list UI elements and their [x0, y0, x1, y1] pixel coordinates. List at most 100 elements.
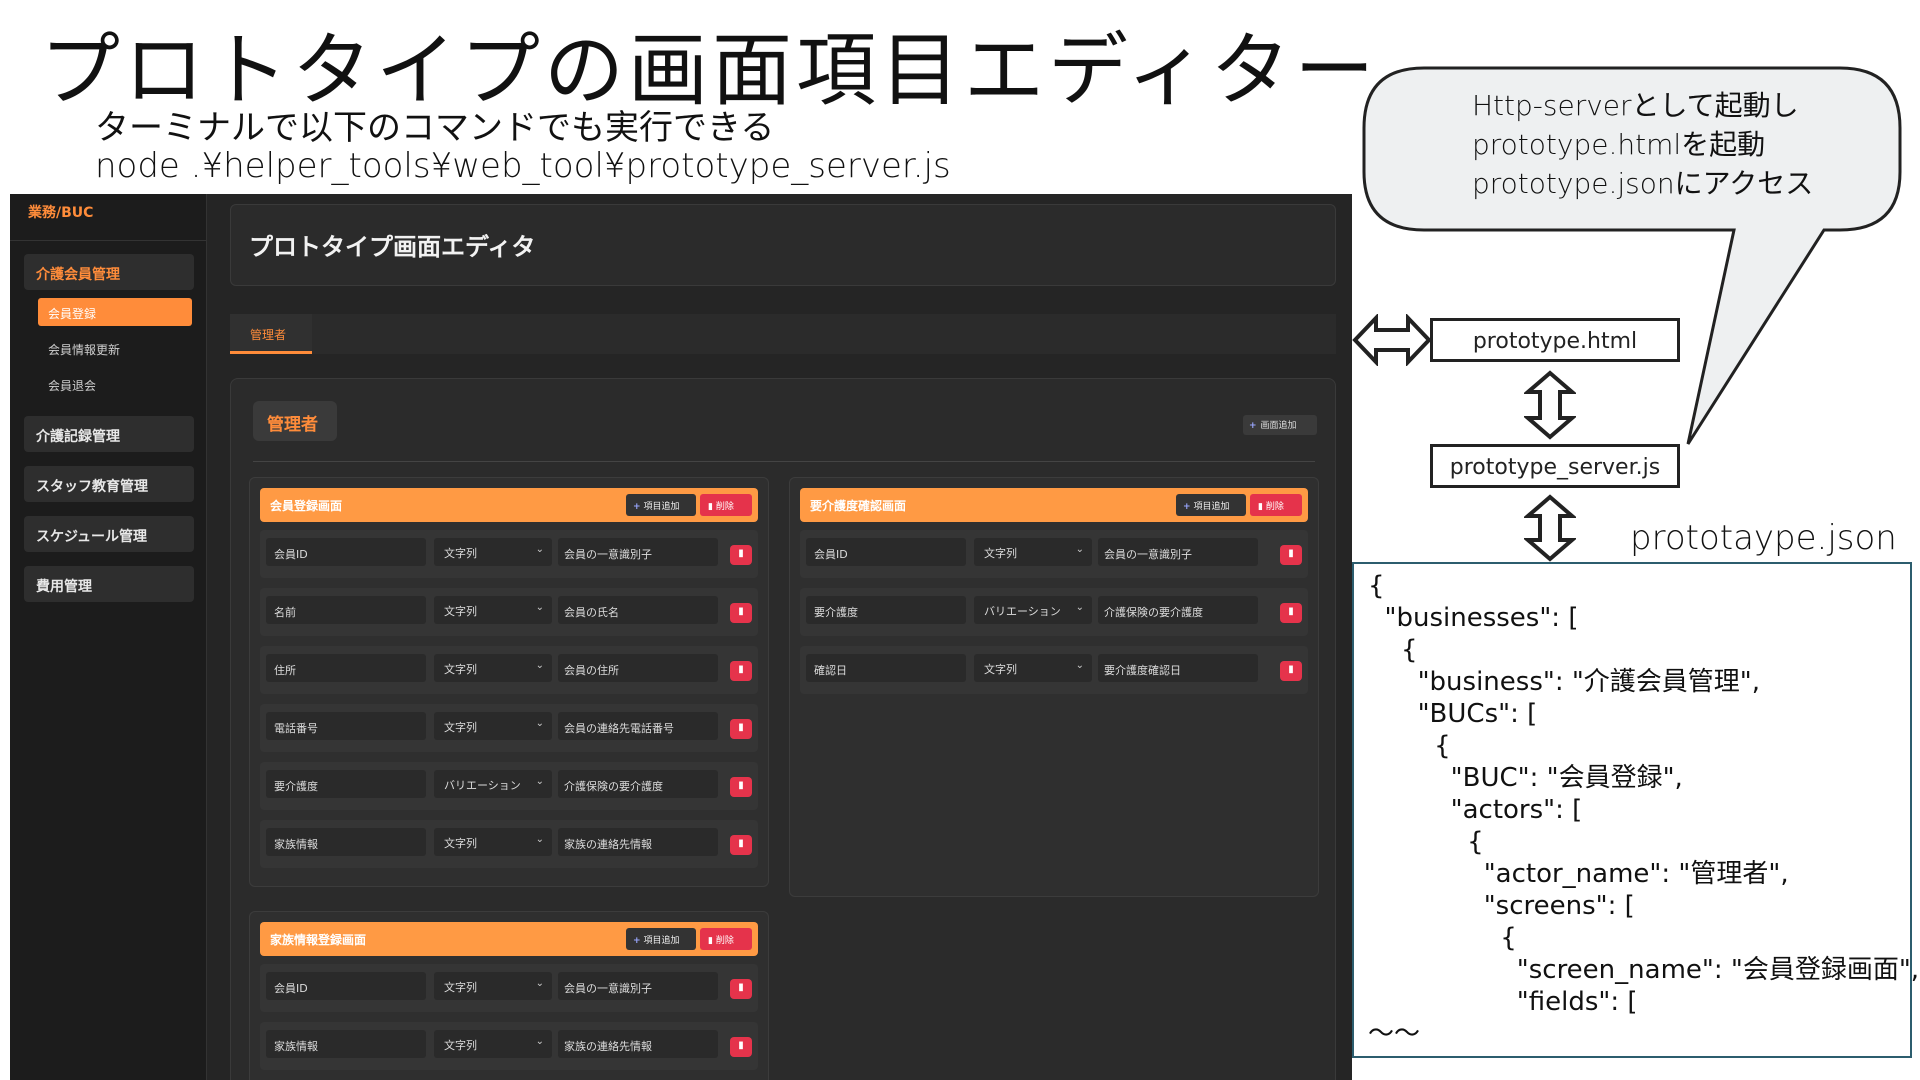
field-type-select[interactable]: バリエーション ⌄: [434, 770, 552, 798]
trash-icon[interactable]: ▮: [730, 545, 752, 565]
plus-icon: +: [1183, 502, 1191, 512]
field-type-value: 文字列: [984, 547, 1017, 560]
trash-icon[interactable]: ▮: [730, 777, 752, 797]
json-preview: { "businesses": [ { "business": "介護会員管理"…: [1352, 562, 1919, 1058]
field-type-select[interactable]: 文字列 ⌄: [434, 654, 552, 682]
field-type-select[interactable]: 文字列 ⌄: [974, 538, 1092, 566]
sidebar-item-member-update[interactable]: 会員情報更新: [38, 334, 192, 362]
chevron-down-icon: ⌄: [1075, 660, 1084, 671]
sidebar-group-cost[interactable]: 費用管理: [24, 566, 194, 602]
sidebar-group-care-member[interactable]: 介護会員管理: [24, 254, 194, 290]
delete-label: 削除: [715, 502, 734, 512]
delete-screen-button[interactable]: ▮ 削除: [700, 494, 752, 516]
trash-icon[interactable]: ▮: [730, 661, 752, 681]
panel-divider: [253, 461, 1315, 462]
actor-title: 管理者: [253, 401, 337, 441]
field-desc-input[interactable]: 会員の住所: [558, 654, 718, 682]
sidebar-group-care-record[interactable]: 介護記録管理: [24, 416, 194, 452]
field-name-input[interactable]: 会員ID: [806, 538, 966, 566]
field-type-value: 文字列: [444, 605, 477, 618]
chevron-down-icon: ⌄: [1075, 544, 1084, 555]
field-name-input[interactable]: 家族情報: [266, 828, 426, 856]
field-desc-input[interactable]: 家族の連絡先情報: [558, 1030, 718, 1058]
field-type-select[interactable]: 文字列 ⌄: [434, 1030, 552, 1058]
field-type-value: 文字列: [444, 547, 477, 560]
bubble-text: Http-serverとして起動し prototype.htmlを起動 prot…: [1472, 86, 1813, 203]
trash-icon[interactable]: ▮: [730, 1037, 752, 1057]
trash-icon[interactable]: ▮: [730, 835, 752, 855]
chevron-down-icon: ⌄: [535, 660, 544, 671]
field-row: 確認日 文字列 ⌄ 要介護度確認日 ▮: [800, 646, 1308, 694]
delete-screen-button[interactable]: ▮ 削除: [1250, 494, 1302, 516]
field-desc-input[interactable]: 介護保険の要介護度: [558, 770, 718, 798]
trash-icon[interactable]: ▮: [1280, 661, 1302, 681]
field-desc-input[interactable]: 会員の一意識別子: [558, 972, 718, 1000]
chevron-down-icon: ⌄: [535, 978, 544, 989]
actor-tabbar: 管理者: [230, 314, 1336, 354]
field-type-select[interactable]: 文字列 ⌄: [434, 828, 552, 856]
screen-card: 要介護度確認画面 + 項目追加 ▮ 削除 会員ID 文字列 ⌄ 会員の一意識別子 ▮…: [789, 477, 1319, 897]
field-desc-input[interactable]: 介護保険の要介護度: [1098, 596, 1258, 624]
trash-icon[interactable]: ▮: [730, 979, 752, 999]
json-line: "actors": [: [1368, 795, 1583, 825]
command-line: node .¥helper_tools¥web_tool¥prototype_s…: [95, 146, 951, 186]
field-type-value: 文字列: [444, 981, 477, 994]
field-name-input[interactable]: 会員ID: [266, 538, 426, 566]
trash-icon[interactable]: ▮: [1280, 603, 1302, 623]
field-name-input[interactable]: 確認日: [806, 654, 966, 682]
json-line: "business": "介護会員管理",: [1368, 667, 1761, 697]
field-name-input[interactable]: 名前: [266, 596, 426, 624]
delete-screen-button[interactable]: ▮ 削除: [700, 928, 752, 950]
field-desc-input[interactable]: 家族の連絡先情報: [558, 828, 718, 856]
field-type-value: バリエーション: [984, 605, 1061, 618]
field-name-input[interactable]: 会員ID: [266, 972, 426, 1000]
field-desc-input[interactable]: 要介護度確認日: [1098, 654, 1258, 682]
field-desc-input[interactable]: 会員の一意識別子: [558, 538, 718, 566]
screen-name: 家族情報登録画面: [270, 933, 367, 947]
json-line: {: [1368, 731, 1451, 761]
field-name-input[interactable]: 住所: [266, 654, 426, 682]
plus-icon: +: [1249, 421, 1257, 431]
sidebar-group-schedule[interactable]: スケジュール管理: [24, 516, 194, 552]
sidebar-group-staff-training[interactable]: スタッフ教育管理: [24, 466, 194, 502]
trash-icon: ▮: [708, 936, 716, 946]
trash-icon[interactable]: ▮: [730, 603, 752, 623]
field-desc-input[interactable]: 会員の氏名: [558, 596, 718, 624]
field-type-select[interactable]: 文字列 ⌄: [434, 596, 552, 624]
json-line: "actor_name": "管理者",: [1368, 859, 1789, 889]
field-type-select[interactable]: 文字列 ⌄: [434, 972, 552, 1000]
field-desc-input[interactable]: 会員の連絡先電話番号: [558, 712, 718, 740]
chevron-down-icon: ⌄: [535, 544, 544, 555]
sidebar-item-member-register[interactable]: 会員登録: [38, 298, 192, 326]
field-name-input[interactable]: 要介護度: [806, 596, 966, 624]
trash-icon[interactable]: ▮: [730, 719, 752, 739]
field-desc-input[interactable]: 会員の一意識別子: [1098, 538, 1258, 566]
field-type-select[interactable]: 文字列 ⌄: [434, 538, 552, 566]
json-line: {: [1368, 571, 1385, 601]
field-row: 会員ID 文字列 ⌄ 会員の一意識別子 ▮: [260, 530, 758, 578]
field-name-input[interactable]: 電話番号: [266, 712, 426, 740]
json-line: {: [1368, 635, 1418, 665]
field-name-input[interactable]: 要介護度: [266, 770, 426, 798]
field-type-value: 文字列: [444, 663, 477, 676]
add-item-button[interactable]: + 項目追加: [626, 928, 696, 950]
field-type-select[interactable]: 文字列 ⌄: [974, 654, 1092, 682]
field-type-select[interactable]: 文字列 ⌄: [434, 712, 552, 740]
trash-icon[interactable]: ▮: [1280, 545, 1302, 565]
screen-name: 要介護度確認画面: [810, 499, 907, 513]
delete-label: 削除: [1265, 502, 1284, 512]
add-screen-button[interactable]: + 画面追加: [1243, 415, 1317, 435]
field-row: 住所 文字列 ⌄ 会員の住所 ▮: [260, 646, 758, 694]
field-name-input[interactable]: 家族情報: [266, 1030, 426, 1058]
trash-icon: ▮: [708, 502, 716, 512]
field-type-select[interactable]: バリエーション ⌄: [974, 596, 1092, 624]
screen-header: 会員登録画面 + 項目追加 ▮ 削除: [260, 488, 758, 522]
sidebar-brand: 業務/BUC: [28, 205, 94, 221]
add-item-button[interactable]: + 項目追加: [1176, 494, 1246, 516]
add-item-label: 項目追加: [1193, 502, 1230, 512]
sidebar-item-member-withdraw[interactable]: 会員退会: [38, 370, 192, 398]
bubble-line: prototype.jsonにアクセス: [1472, 167, 1814, 200]
add-item-button[interactable]: + 項目追加: [626, 494, 696, 516]
tab-admin[interactable]: 管理者: [230, 314, 312, 354]
plus-icon: +: [633, 936, 641, 946]
